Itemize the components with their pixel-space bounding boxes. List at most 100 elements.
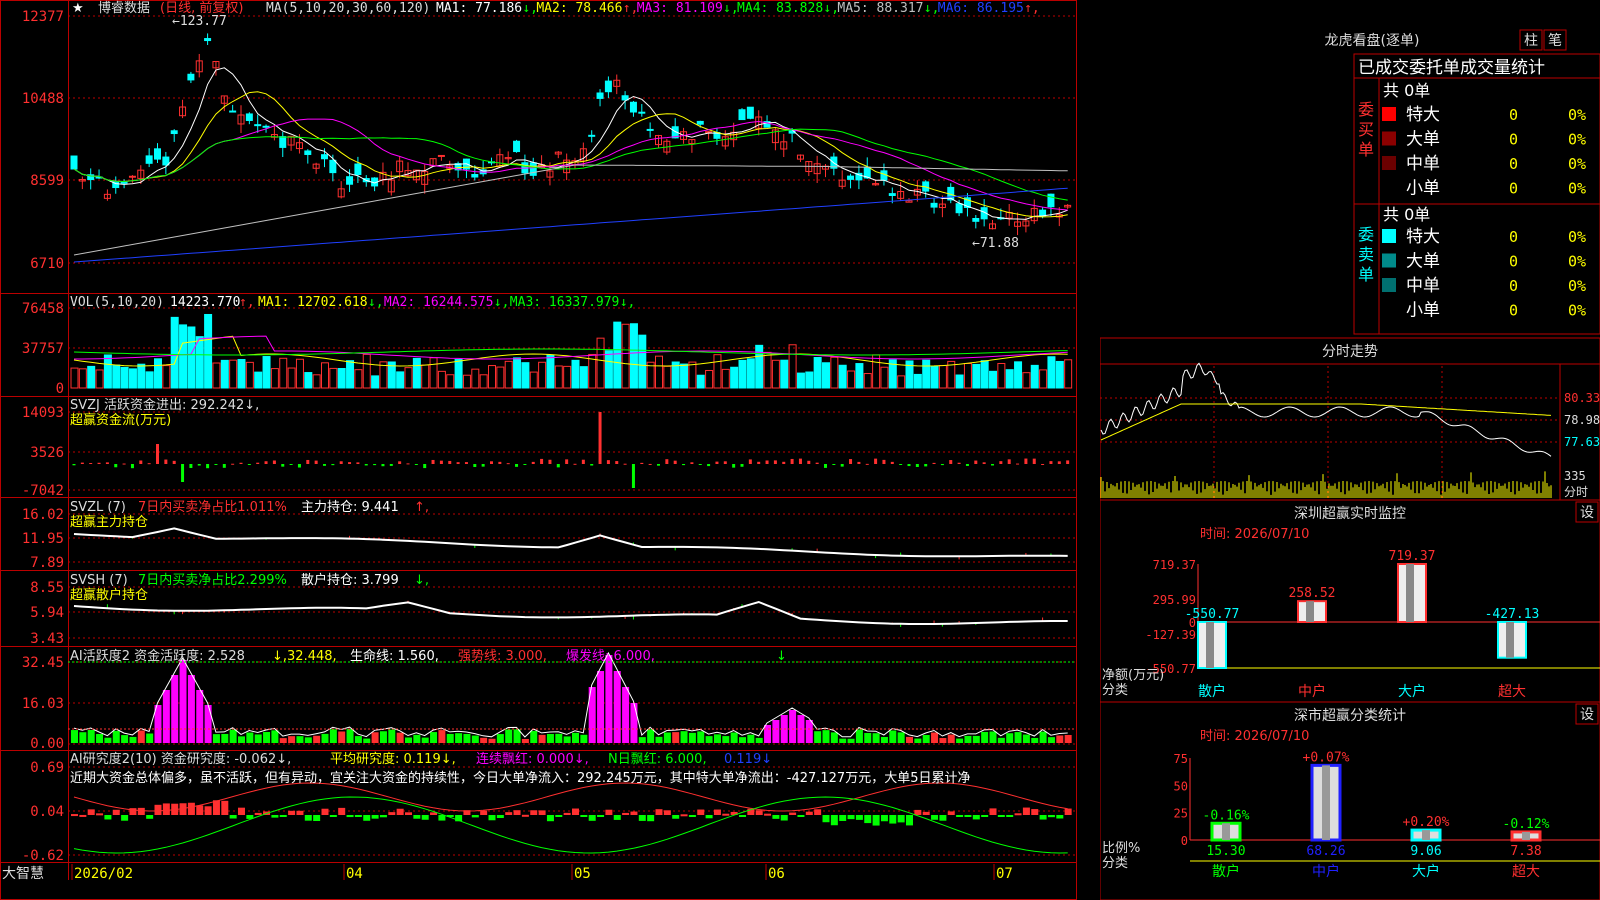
volume-bar	[1022, 372, 1031, 389]
ai-research-bar	[722, 813, 730, 816]
ai-research-bar	[496, 815, 504, 819]
svzj-bar	[565, 459, 569, 464]
volume-bar	[479, 374, 488, 389]
volume-bar	[128, 368, 137, 389]
ai-active-bar	[680, 731, 688, 743]
ai-active-bar	[872, 733, 880, 743]
vol-value: 14223.770	[170, 295, 240, 310]
svzj-bar	[130, 464, 134, 469]
volume-bar	[404, 367, 413, 389]
svzj-bar	[623, 463, 627, 465]
classify-settings-button[interactable]: 设	[1575, 703, 1599, 725]
candle-body	[955, 203, 963, 214]
period-label: (日线, 前复权)	[160, 0, 243, 16]
ai-research-bar	[613, 815, 621, 820]
candle-body	[847, 175, 855, 180]
ma-line	[73, 164, 1068, 256]
volume-bar	[462, 374, 471, 389]
candle-body	[930, 202, 938, 208]
ai-research-bar	[396, 808, 404, 815]
ai-active-marker: ↓	[776, 649, 787, 664]
svzj-bar	[1007, 459, 1011, 464]
classify-bar-shade	[1522, 831, 1530, 840]
svzj-bar	[857, 461, 861, 464]
candle-body	[154, 148, 161, 160]
star-icon: ★	[72, 1, 84, 16]
ai-research-bar	[1039, 815, 1047, 820]
volume-bar	[137, 363, 146, 389]
svzj-bar	[164, 459, 168, 464]
monitor-settings-button[interactable]: 设	[1575, 501, 1599, 523]
svzj-bar	[715, 461, 719, 464]
dragon-tiger-title: 龙虎看盘(逐单)	[1325, 32, 1420, 49]
ai-research-bar	[505, 812, 513, 815]
ai-active-bar	[263, 731, 271, 743]
ai-research-bar	[513, 810, 521, 815]
price-candles	[70, 33, 1072, 236]
row-pct: 0%	[1568, 302, 1586, 320]
classify-bar-shade	[1422, 830, 1430, 840]
ai-active-bar	[705, 736, 713, 743]
ai-active-bar	[204, 705, 212, 743]
vol-ma-legend-item: MA1: 12702.618	[258, 295, 368, 310]
ma-legend-item: MA1: 77.186	[436, 1, 522, 16]
tab-tick[interactable]: 笔	[1543, 29, 1567, 51]
svzj-bar	[473, 464, 477, 468]
volume-bar	[245, 361, 254, 389]
row-value: 0	[1509, 106, 1518, 124]
volume-bar	[596, 337, 605, 389]
tab-bar-chart[interactable]: 柱	[1519, 29, 1543, 51]
classify-change: -0.12%	[1503, 817, 1550, 832]
ai-active-bar	[1064, 734, 1072, 743]
ai-active-bar	[897, 732, 905, 743]
row-pct: 0%	[1568, 106, 1586, 124]
svzj-bar	[339, 461, 343, 464]
monitor-bar-value: -550.77	[1185, 607, 1240, 622]
volume-bar	[371, 375, 380, 389]
row-pct: 0%	[1568, 228, 1586, 246]
volume-bar	[187, 326, 196, 389]
candle-body	[145, 155, 153, 164]
ai-active-bar	[880, 736, 888, 743]
ai-active-bar	[755, 737, 763, 743]
ai-research-bar	[254, 812, 262, 815]
svzj-bar	[281, 464, 285, 467]
main-chart-area[interactable]: 12377 10488 8599 6710 76458 37757 0 1409…	[0, 0, 1100, 900]
ai-research-bar	[71, 814, 78, 817]
classify-y-label: 50	[1174, 779, 1188, 793]
svzj-bar	[740, 464, 744, 467]
volume-bar	[329, 367, 338, 389]
svzj-bar	[874, 458, 878, 464]
ai-active-bar	[279, 738, 287, 743]
classify-value: 68.26	[1306, 844, 1345, 859]
svzj-bar	[80, 462, 84, 464]
ai-active-bar	[129, 736, 137, 743]
row-color-swatch	[1382, 131, 1396, 146]
ai-active-line	[73, 651, 1068, 738]
svzl-line	[73, 527, 1068, 560]
sell-label: 委卖单	[1358, 225, 1374, 284]
ai-active-bar	[480, 737, 488, 743]
volume-bar	[120, 366, 129, 389]
svzj-bar	[932, 462, 936, 464]
ai-active-bar	[922, 735, 930, 743]
ai-research-bar	[279, 815, 287, 817]
volume-bar	[680, 363, 689, 389]
ai-active-bar	[697, 731, 705, 743]
volume-bar	[863, 373, 872, 389]
ai-research-bar	[338, 807, 346, 815]
svzj-bar	[72, 464, 76, 466]
volume-bars	[70, 313, 1073, 389]
svzj-bar	[790, 458, 794, 464]
volume-bar	[237, 359, 246, 389]
ai-research-bar	[530, 810, 538, 815]
date-label: 04	[346, 866, 363, 882]
volume-bar	[546, 354, 555, 389]
classify-category: 超大	[1512, 864, 1540, 880]
ai-research-bar	[622, 812, 630, 815]
ai-active-bar	[96, 733, 104, 743]
volume-bar	[362, 353, 371, 389]
candle-body	[596, 92, 604, 99]
volume-bar	[872, 354, 881, 389]
ai-research-bar	[855, 815, 863, 820]
